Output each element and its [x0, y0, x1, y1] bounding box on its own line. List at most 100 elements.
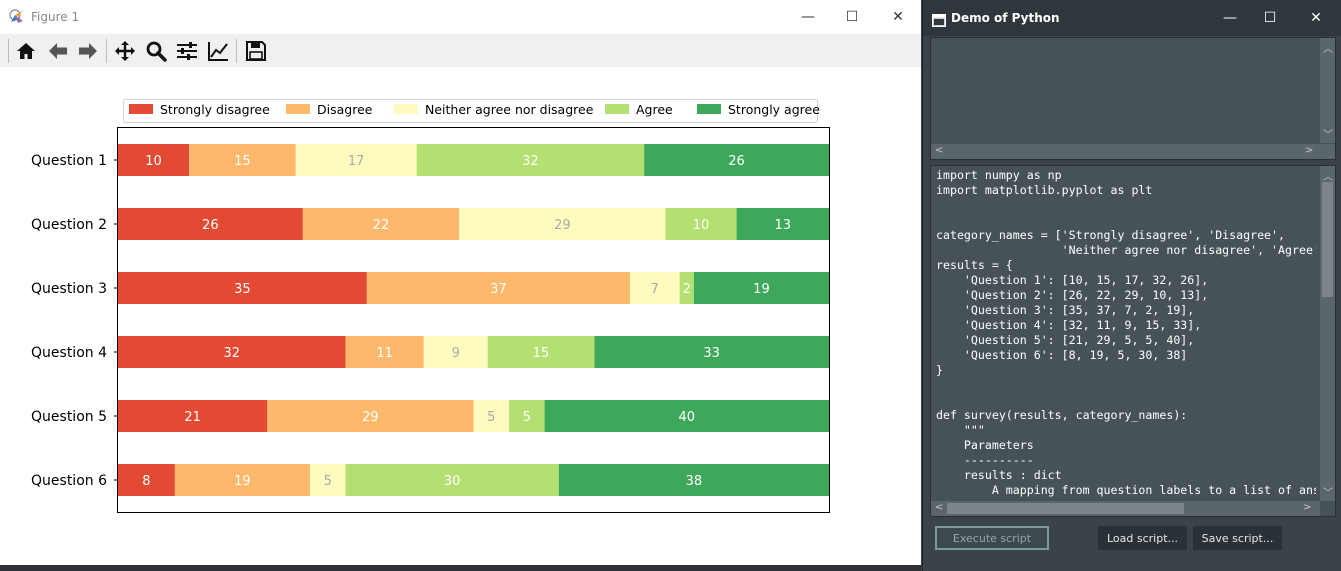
legend-label: Agree	[636, 102, 673, 117]
y-tick-label: Question 5	[31, 409, 107, 425]
scroll-up-icon[interactable]: ︿	[1323, 40, 1333, 55]
bar-value-label: 33	[703, 346, 720, 361]
window-bottom-strip	[0, 565, 921, 571]
forward-button[interactable]	[77, 40, 99, 62]
maximize-button[interactable]: ☐	[1247, 1, 1293, 35]
minimize-icon: —	[801, 9, 815, 25]
script-editor[interactable]: import numpy as np import matplotlib.pyp…	[930, 165, 1336, 517]
bar-value-label: 5	[487, 410, 495, 425]
close-icon: ✕	[1310, 10, 1322, 26]
back-button[interactable]	[47, 40, 69, 62]
python-demo-window: Demo of Python — ☐ ✕ ︿ ﹀ < > import nump…	[922, 0, 1341, 571]
bar-value-label: 26	[728, 154, 745, 169]
y-tick-labels: Question 1 Question 2 Question 3 Question 4…	[31, 153, 118, 489]
close-button[interactable]: ✕	[1293, 1, 1339, 35]
editor-horizontal-scrollbar[interactable]: < >	[931, 501, 1320, 516]
bar-value-label: 29	[362, 410, 379, 425]
bar-value-label: 7	[651, 282, 659, 297]
legend-swatch	[394, 104, 418, 114]
bar-value-label: 32	[223, 346, 240, 361]
python-titlebar: Demo of Python — ☐ ✕	[923, 0, 1341, 36]
vertical-scroll-thumb[interactable]	[1322, 182, 1333, 297]
scroll-down-icon[interactable]: ﹀	[1323, 484, 1333, 499]
window-app-icon	[932, 12, 946, 27]
bar-value-label: 19	[234, 474, 251, 489]
legend-swatch	[697, 104, 721, 114]
legend-label: Neither agree nor disagree	[425, 102, 594, 117]
maximize-icon: ☐	[845, 9, 859, 25]
window-title: Figure 1	[31, 10, 80, 24]
toolbar-separator	[106, 39, 107, 63]
code-text[interactable]: import numpy as np import matplotlib.pyp…	[936, 168, 1316, 498]
zoom-button[interactable]	[145, 40, 167, 62]
minimize-button[interactable]: —	[785, 0, 831, 34]
legend-label: Strongly disagree	[160, 102, 270, 117]
matplotlib-app-icon	[9, 9, 25, 25]
bar-value-label: 37	[490, 282, 507, 297]
close-icon: ✕	[892, 9, 904, 25]
minimize-icon: —	[1223, 10, 1237, 26]
bar-value-label: 40	[679, 410, 696, 425]
bar-value-label: 22	[373, 218, 390, 233]
output-area[interactable]: ︿ ﹀ < >	[930, 37, 1336, 160]
bar-value-label: 10	[693, 218, 710, 233]
scroll-right-icon[interactable]: >	[1305, 145, 1313, 156]
save-figure-button[interactable]	[245, 40, 267, 62]
bar-value-label: 38	[686, 474, 703, 489]
home-icon	[17, 43, 35, 59]
y-tick-label: Question 2	[31, 217, 107, 233]
bar-value-label: 10	[145, 154, 162, 169]
bar-value-label: 9	[452, 346, 460, 361]
y-tick-label: Question 1	[31, 153, 107, 169]
figure-titlebar: Figure 1 — ☐ ✕	[0, 0, 921, 34]
execute-script-button[interactable]: Execute script	[935, 526, 1049, 550]
bar-value-label: 30	[444, 474, 461, 489]
axes-edit-button[interactable]	[207, 40, 229, 62]
scroll-down-icon[interactable]: ﹀	[1323, 126, 1333, 141]
scroll-up-icon[interactable]: ︿	[1323, 168, 1333, 183]
bar-value-label: 29	[554, 218, 571, 233]
home-button[interactable]	[15, 40, 37, 62]
scroll-left-icon[interactable]: <	[935, 502, 943, 513]
bar-value-label: 26	[202, 218, 219, 233]
subplots-button[interactable]	[176, 40, 198, 62]
horizontal-scroll-thumb[interactable]	[947, 503, 1184, 514]
maximize-button[interactable]: ☐	[829, 0, 875, 34]
pan-button[interactable]	[114, 40, 136, 62]
bar-value-label: 5	[324, 474, 332, 489]
scroll-right-icon[interactable]: >	[1303, 502, 1311, 513]
bar-value-label: 32	[522, 154, 539, 169]
axes-edit-icon	[208, 42, 228, 61]
maximize-icon: ☐	[1263, 10, 1277, 26]
load-script-button[interactable]: Load script...	[1098, 526, 1187, 550]
legend-swatch	[286, 104, 310, 114]
bars-group: 10 15 17 32 26 26 22 29 10 13 35 37 7 2 19 32 11 9 15 33 21 2…	[118, 144, 829, 496]
legend: Strongly disagree Disagree Neither agree n…	[123, 99, 820, 123]
legend-label: Disagree	[317, 102, 373, 117]
axes-frame	[117, 127, 830, 513]
bar-value-label: 5	[523, 410, 531, 425]
output-horizontal-scrollbar[interactable]: < >	[931, 144, 1335, 159]
navigation-toolbar	[0, 34, 921, 68]
bar-value-label: 15	[533, 346, 550, 361]
bar-value-label: 8	[142, 474, 150, 489]
save-script-button[interactable]: Save script...	[1193, 526, 1282, 550]
pan-icon	[115, 41, 135, 61]
bar-value-label: 35	[234, 282, 251, 297]
zoom-icon	[146, 41, 167, 62]
editor-vertical-scrollbar[interactable]: ︿ ﹀	[1320, 166, 1335, 501]
output-vertical-scrollbar[interactable]: ︿ ﹀	[1320, 38, 1335, 143]
window-title: Demo of Python	[951, 11, 1060, 25]
save-icon	[246, 41, 266, 61]
scroll-left-icon[interactable]: <	[935, 145, 943, 156]
bar-value-label: 17	[348, 154, 365, 169]
close-button[interactable]: ✕	[875, 0, 921, 34]
figure-canvas[interactable]: Strongly disagree Disagree Neither agree n…	[0, 67, 921, 571]
figure-window: Figure 1 — ☐ ✕ Strongly disagree Disagre…	[0, 0, 921, 571]
toolbar-separator	[236, 39, 237, 63]
bar-value-label: 11	[376, 346, 393, 361]
survey-chart: Strongly disagree Disagree Neither agree n…	[31, 99, 830, 513]
y-tick-label: Question 4	[31, 345, 107, 361]
toolbar-separator	[8, 39, 9, 63]
bar-value-label: 13	[775, 218, 792, 233]
